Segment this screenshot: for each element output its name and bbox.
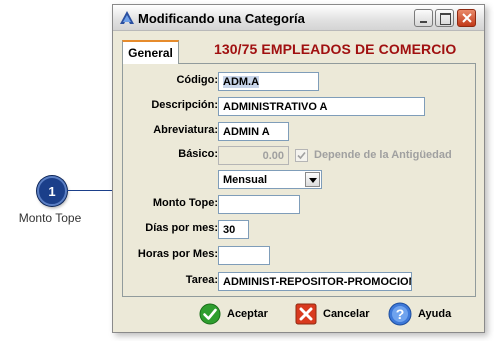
ayuda-label: Ayuda: [418, 308, 452, 320]
cancel-x-icon: [295, 303, 317, 325]
periodo-value: Mensual: [223, 174, 268, 186]
category-header: 130/75 EMPLEADOS DE COMERCIO: [214, 41, 457, 57]
dias-por-mes-label: Días por mes:: [145, 222, 218, 234]
cancelar-label: Cancelar: [323, 308, 370, 320]
horas-por-mes-field[interactable]: [218, 246, 270, 265]
dias-por-mes-field[interactable]: 30: [218, 220, 249, 239]
abreviatura-label: Abreviatura:: [153, 124, 218, 136]
aceptar-button[interactable]: Aceptar: [199, 302, 268, 326]
app-icon: [120, 11, 134, 24]
abreviatura-field[interactable]: ADMIN A: [218, 122, 289, 141]
help-icon: ?: [388, 302, 412, 326]
codigo-label: Código:: [176, 74, 218, 86]
depende-antiguedad-checkbox[interactable]: [295, 149, 308, 162]
tab-panel-general: Código: ADM.A Descripción: ADMINISTRATIV…: [122, 63, 476, 297]
periodo-select[interactable]: Mensual: [218, 170, 322, 189]
window-title: Modificando una Categoría: [138, 11, 305, 26]
descripcion-label: Descripción:: [151, 99, 218, 111]
depende-antiguedad-label: Depende de la Antigüedad: [314, 149, 452, 161]
monto-tope-field[interactable]: [218, 195, 300, 214]
tarea-field[interactable]: ADMINIST-REPOSITOR-PROMOCION: [218, 272, 412, 291]
minimize-button[interactable]: [414, 9, 433, 27]
horas-por-mes-label: Horas por Mes:: [137, 248, 218, 260]
basico-field: 0.00: [218, 146, 289, 165]
dialog-window: Modificando una Categoría General 130/75…: [112, 4, 485, 333]
tarea-label: Tarea:: [185, 274, 218, 286]
codigo-field[interactable]: ADM.A: [218, 72, 319, 91]
maximize-button[interactable]: [435, 9, 454, 27]
chevron-down-icon[interactable]: [305, 172, 320, 187]
close-icon: [462, 13, 472, 23]
callout-caption: Monto Tope: [18, 211, 82, 225]
tab-general[interactable]: General: [122, 40, 179, 64]
callout-badge: 1: [37, 176, 67, 206]
checkmark-icon: [297, 151, 306, 160]
descripcion-field[interactable]: ADMINISTRATIVO A: [218, 97, 425, 116]
basico-label: Básico:: [178, 148, 218, 160]
close-button[interactable]: [457, 9, 476, 27]
svg-text:?: ?: [396, 306, 405, 322]
check-icon: [199, 303, 221, 325]
codigo-value: ADM.A: [223, 76, 260, 88]
aceptar-label: Aceptar: [227, 308, 268, 320]
ayuda-button[interactable]: ? Ayuda: [388, 302, 451, 326]
monto-tope-label: Monto Tope:: [152, 197, 218, 209]
title-bar[interactable]: Modificando una Categoría: [113, 5, 484, 31]
cancelar-button[interactable]: Cancelar: [295, 302, 369, 326]
